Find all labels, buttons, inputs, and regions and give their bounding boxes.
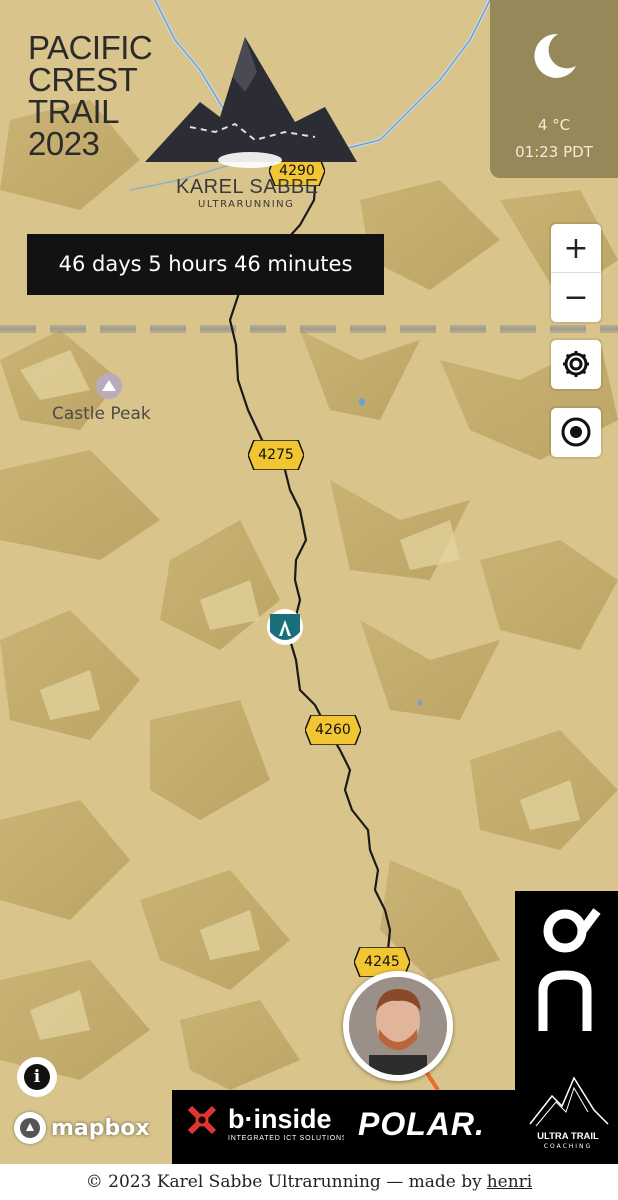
local-time: 01:23 PDT — [515, 143, 593, 161]
mapbox-icon — [14, 1112, 46, 1144]
footer-text: © 2023 Karel Sabbe Ultrarunning — made b… — [85, 1172, 482, 1192]
title-line: TRAIL — [28, 93, 120, 130]
zoom-out-button[interactable]: − — [551, 273, 601, 321]
elapsed-time-banner: 46 days 5 hours 46 minutes — [27, 234, 384, 295]
avatar-photo — [349, 977, 447, 1075]
zoom-in-button[interactable]: + — [551, 224, 601, 272]
utc-subtitle: COACHING — [543, 1143, 593, 1150]
mile-marker-label: 4260 — [315, 722, 351, 738]
moon-icon — [528, 30, 580, 86]
binside-name: b·inside — [228, 1104, 332, 1134]
target-icon — [551, 408, 601, 456]
peak-icon — [96, 373, 122, 399]
page-title: PACIFIC CREST TRAIL 2023 — [28, 29, 153, 162]
polar-logo[interactable]: POLAR. — [358, 1106, 485, 1143]
map-canvas[interactable]: 4290 4275 4260 4245 Castle Peak PACIFIC … — [0, 0, 618, 1164]
place-label-castle-peak: Castle Peak — [52, 404, 151, 424]
on-sponsor-panel[interactable] — [515, 891, 618, 1090]
mountain-logo-icon — [145, 32, 357, 176]
title-line: PACIFIC — [28, 29, 153, 66]
binside-tagline: INTEGRATED ICT SOLUTIONS — [228, 1135, 348, 1142]
mile-marker-4275[interactable]: 4275 — [247, 439, 305, 471]
title-line: CREST — [28, 61, 138, 98]
weather-panel: 4 °C 01:23 PDT — [490, 0, 618, 178]
utc-name: ULTRA TRAIL — [537, 1131, 599, 1142]
binside-logo[interactable]: b·inside INTEGRATED ICT SOLUTIONS — [186, 1104, 346, 1142]
logo-name: KAREL SABBE — [176, 176, 319, 198]
binside-icon — [187, 1105, 217, 1135]
pct-trail-marker — [267, 609, 303, 645]
mile-marker-4260[interactable]: 4260 — [304, 714, 362, 746]
info-icon: i — [24, 1064, 50, 1090]
mile-marker-label: 4275 — [258, 447, 294, 463]
logo-subtitle: ULTRARUNNING — [198, 199, 295, 210]
footer: © 2023 Karel Sabbe Ultrarunning — made b… — [0, 1164, 618, 1200]
ultra-trail-coaching-logo[interactable]: ULTRA TRAIL COACHING — [522, 1066, 614, 1150]
info-button[interactable]: i — [17, 1057, 57, 1097]
gear-icon — [551, 340, 601, 388]
temperature: 4 °C — [537, 116, 571, 134]
mapbox-attribution[interactable]: mapbox — [14, 1108, 150, 1148]
title-line: 2023 — [28, 125, 100, 162]
zoom-controls: + − — [551, 224, 601, 322]
settings-button[interactable] — [551, 340, 601, 389]
locate-button[interactable] — [551, 408, 601, 457]
runner-avatar[interactable] — [343, 971, 453, 1081]
mapbox-label: mapbox — [51, 1115, 150, 1141]
on-logo-icon — [538, 908, 601, 1031]
footer-link[interactable]: henri — [487, 1172, 533, 1192]
utc-mountain-icon — [529, 1076, 609, 1127]
